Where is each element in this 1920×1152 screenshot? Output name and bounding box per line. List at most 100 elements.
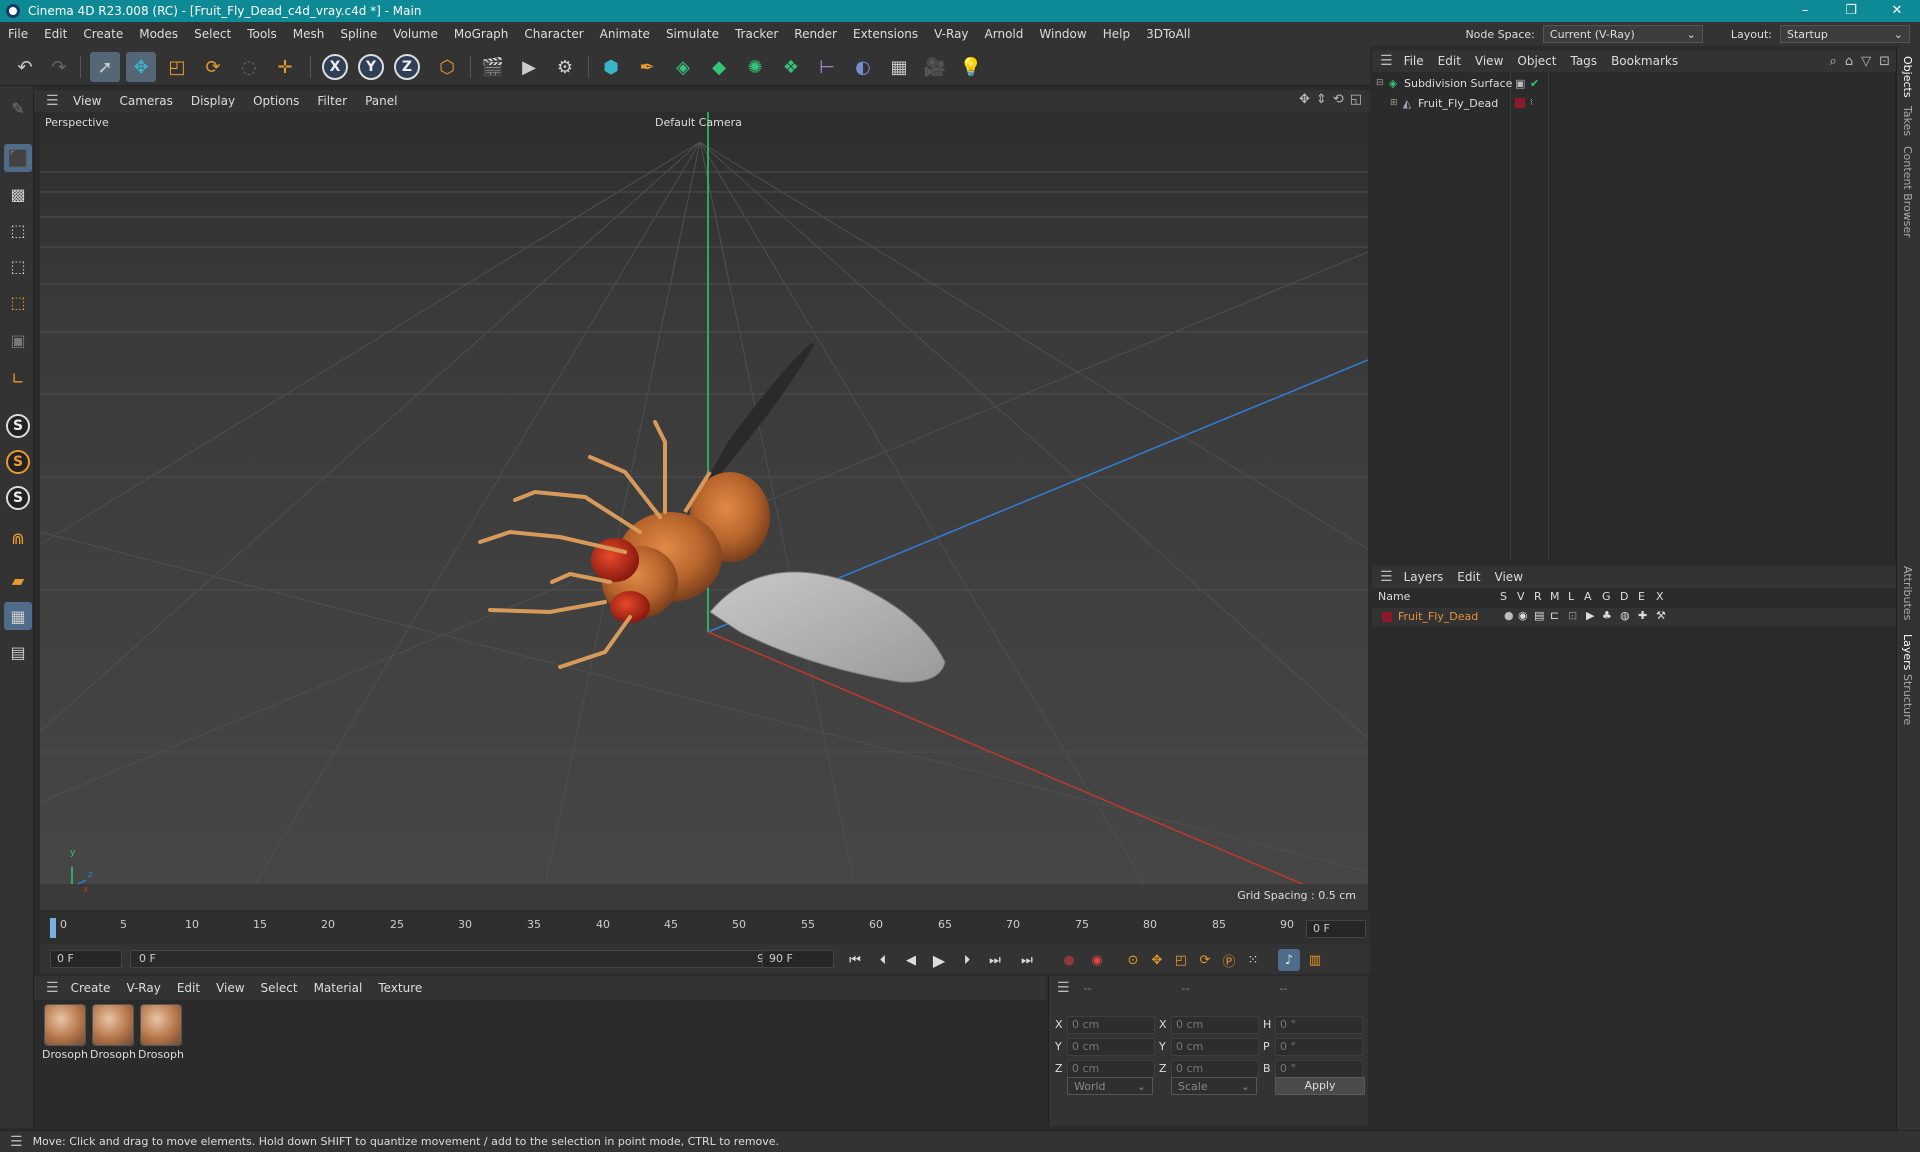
size-x-field[interactable]: 0 cm [1171, 1016, 1259, 1034]
axis-lock-grid-icon[interactable]: ▤ [4, 638, 32, 666]
material-swatch[interactable]: Drosoph [138, 1004, 184, 1061]
points-mode-icon[interactable]: ⬚ [4, 216, 32, 244]
tab-attributes[interactable]: Attributes [1901, 566, 1914, 620]
key-rotation-icon[interactable]: ⟳ [1194, 949, 1216, 971]
object-menu-bookmarks[interactable]: Bookmarks [1604, 54, 1685, 68]
layer-name[interactable]: Fruit_Fly_Dead [1398, 610, 1478, 623]
collapse-icon[interactable]: ⊟ [1376, 78, 1386, 88]
timeline-ruler[interactable]: 0 5 10 15 20 25 30 35 40 45 50 55 60 65 … [40, 912, 1370, 944]
previous-frame-icon[interactable]: ◀ [900, 949, 922, 971]
workplane-grid-icon[interactable]: ▦ [4, 602, 32, 630]
3d-viewport[interactable]: Perspective Default Camera Grid Spacing … [40, 112, 1368, 910]
maximize-view-icon[interactable]: ◱ [1350, 92, 1362, 107]
material-swatch[interactable]: Drosoph [90, 1004, 136, 1061]
menu-arnold[interactable]: Arnold [977, 27, 1032, 41]
menu-animate[interactable]: Animate [592, 27, 658, 41]
grid-plane-icon[interactable]: ▰ [4, 566, 32, 594]
render-icon[interactable]: ▤ [1534, 609, 1544, 622]
y-axis-lock-button[interactable]: Y [358, 54, 384, 80]
record-keys-disabled-icon[interactable]: ● [1058, 949, 1080, 971]
search-icon[interactable]: ⌕ [1830, 54, 1837, 69]
coordinate-system-icon[interactable]: ⬡ [432, 52, 462, 82]
menu-spline[interactable]: Spline [332, 27, 385, 41]
material-menu-material[interactable]: Material [306, 981, 371, 995]
object-menu-file[interactable]: File [1397, 54, 1431, 68]
hamburger-menu-icon[interactable]: ☰ [1057, 980, 1070, 996]
polygons-mode-icon[interactable]: ⬚ [4, 288, 32, 316]
layer-menu-layers[interactable]: Layers [1397, 570, 1451, 584]
material-swatch[interactable]: Drosoph [42, 1004, 88, 1061]
cloner-icon[interactable]: ✺ [740, 52, 770, 82]
next-frame-icon[interactable]: ⏵ [956, 949, 978, 971]
mograph-icon[interactable]: ❖ [776, 52, 806, 82]
x-axis-lock-button[interactable]: X [322, 54, 348, 80]
next-key-icon[interactable]: ⏭ [984, 949, 1006, 971]
position-z-field[interactable]: 0 cm [1067, 1060, 1155, 1078]
position-y-field[interactable]: 0 cm [1067, 1038, 1155, 1056]
hamburger-menu-icon[interactable]: ☰ [1380, 569, 1393, 585]
snap-s-icon[interactable]: S [6, 414, 30, 438]
expand-icon[interactable]: ⊞ [1390, 98, 1400, 108]
pen-spline-icon[interactable]: ✒ [632, 52, 662, 82]
object-row-fruit-fly-dead[interactable]: ⊞ ◭ Fruit_Fly_Dead ⁝ [1372, 94, 1895, 112]
timeline-settings-icon[interactable]: ♪ [1278, 949, 1300, 971]
go-to-start-icon[interactable]: ⏮ [844, 949, 866, 971]
viewport-menu-panel[interactable]: Panel [356, 94, 406, 108]
menu-volume[interactable]: Volume [385, 27, 446, 41]
menu-simulate[interactable]: Simulate [658, 27, 727, 41]
current-frame-field[interactable]: 0 F [1306, 920, 1366, 938]
menu-vray[interactable]: V-Ray [926, 27, 976, 41]
snap-settings-s-icon[interactable]: S [6, 486, 30, 510]
redo-icon[interactable]: ↷ [44, 52, 74, 82]
menu-character[interactable]: Character [516, 27, 591, 41]
key-scale-icon[interactable]: ◰ [1170, 949, 1192, 971]
tab-takes[interactable]: Takes [1901, 106, 1914, 136]
material-menu-edit[interactable]: Edit [169, 981, 208, 995]
viewport-menu-display[interactable]: Display [182, 94, 244, 108]
layer-color-swatch[interactable] [1515, 98, 1525, 108]
add-tool-icon[interactable]: ✛ [270, 52, 300, 82]
tab-content-browser[interactable]: Content Browser [1901, 146, 1914, 238]
deformer-icon[interactable]: ◍ [1620, 609, 1630, 622]
hamburger-menu-icon[interactable]: ☰ [10, 1134, 23, 1150]
tab-structure[interactable]: Structure [1901, 674, 1914, 725]
pan-view-icon[interactable]: ✥ [1299, 92, 1310, 107]
material-menu-texture[interactable]: Texture [370, 981, 430, 995]
viewport-menu-cameras[interactable]: Cameras [110, 94, 181, 108]
menu-render[interactable]: Render [786, 27, 845, 41]
solo-toggle-icon[interactable]: ● [1504, 609, 1514, 622]
play-icon[interactable]: ▶ [928, 949, 950, 971]
viewport-menu-filter[interactable]: Filter [308, 94, 356, 108]
dolly-view-icon[interactable]: ⇕ [1316, 92, 1327, 107]
rotate-tool-icon[interactable]: ⟳ [198, 52, 228, 82]
rotation-h-field[interactable]: 0 ° [1275, 1016, 1363, 1034]
previous-key-icon[interactable]: ⏴ [872, 949, 894, 971]
object-menu-view[interactable]: View [1468, 54, 1510, 68]
undo-icon[interactable]: ↶ [10, 52, 40, 82]
go-to-end-icon[interactable]: ⏭ [1016, 949, 1038, 971]
menu-edit[interactable]: Edit [36, 27, 75, 41]
minimize-button[interactable]: – [1782, 0, 1828, 22]
material-menu-create[interactable]: Create [63, 981, 119, 995]
timeline-playhead[interactable] [50, 918, 56, 938]
rotation-b-field[interactable]: 0 ° [1275, 1060, 1363, 1078]
viewport-menu-options[interactable]: Options [244, 94, 308, 108]
menu-help[interactable]: Help [1095, 27, 1138, 41]
camera-name-label[interactable]: Default Camera [655, 116, 742, 129]
object-row-subdivision-surface[interactable]: ⊟ ◈ Subdivision Surface ▣ ✔ [1372, 74, 1895, 92]
hamburger-menu-icon[interactable]: ☰ [1380, 53, 1393, 69]
menu-select[interactable]: Select [186, 27, 239, 41]
xref-icon[interactable]: ⚒ [1656, 609, 1666, 622]
size-mode-dropdown[interactable]: Scale ⌄ [1171, 1077, 1257, 1095]
render-view-icon[interactable]: 🎬 [478, 52, 508, 82]
camera-icon[interactable]: 🎥 [920, 52, 950, 82]
home-icon[interactable]: ⌂ [1845, 54, 1853, 69]
restore-button[interactable]: ❐ [1828, 0, 1874, 22]
menu-mesh[interactable]: Mesh [285, 27, 333, 41]
layer-menu-view[interactable]: View [1488, 570, 1530, 584]
object-menu-edit[interactable]: Edit [1431, 54, 1468, 68]
frame-range-slider[interactable]: 0 F 90 F [130, 950, 790, 968]
expression-icon[interactable]: ✚ [1638, 609, 1647, 622]
menu-tools[interactable]: Tools [239, 27, 285, 41]
magnet-icon[interactable]: ⋒ [4, 524, 32, 552]
